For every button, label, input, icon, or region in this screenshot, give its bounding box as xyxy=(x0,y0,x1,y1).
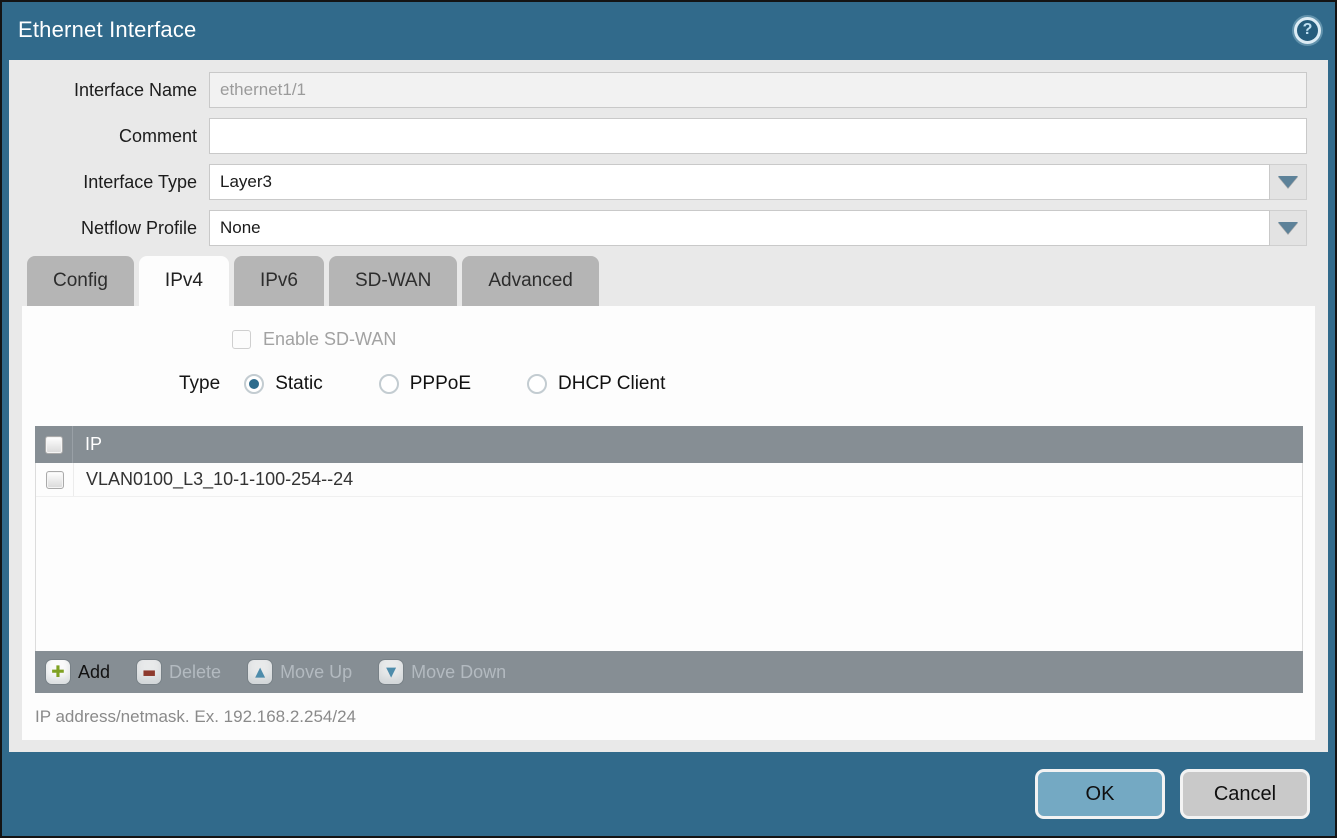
netflow-profile-dropdown[interactable]: None xyxy=(209,210,1307,246)
radio-dhcp-client-label: DHCP Client xyxy=(558,373,665,395)
add-label: Add xyxy=(78,662,110,683)
radio-button-icon[interactable] xyxy=(379,374,399,394)
type-radio-group: Type Static PPPoE DHCP Client xyxy=(179,373,1315,395)
tab-sdwan[interactable]: SD-WAN xyxy=(329,256,457,306)
move-down-arrow-icon: ▼ xyxy=(379,660,403,684)
table-row[interactable]: VLAN0100_L3_10-1-100-254--24 xyxy=(36,463,1302,497)
tab-advanced[interactable]: Advanced xyxy=(462,256,599,306)
interface-type-dropdown-button[interactable] xyxy=(1270,164,1307,200)
move-up-button[interactable]: ▲ Move Up xyxy=(248,660,352,684)
tab-ipv6[interactable]: IPv6 xyxy=(234,256,324,306)
tab-bar: Config IPv4 IPv6 SD-WAN Advanced xyxy=(27,256,1328,306)
tab-config[interactable]: Config xyxy=(27,256,134,306)
move-down-button[interactable]: ▼ Move Down xyxy=(379,660,506,684)
ip-table: IP VLAN0100_L3_10-1-100-254--24 ✚ Add xyxy=(35,426,1303,693)
tab-ipv4[interactable]: IPv4 xyxy=(139,256,229,306)
delete-button[interactable]: ▬ Delete xyxy=(137,660,221,684)
dialog-footer: OK Cancel xyxy=(2,752,1335,836)
interface-name-row: Interface Name xyxy=(9,72,1307,108)
move-down-label: Move Down xyxy=(411,662,506,683)
ipv4-tab-panel: Enable SD-WAN Type Static PPPoE DHCP Cli… xyxy=(22,306,1315,740)
title-bar: Ethernet Interface ? xyxy=(2,2,1335,58)
radio-pppoe[interactable]: PPPoE xyxy=(379,373,471,395)
netflow-profile-dropdown-button[interactable] xyxy=(1270,210,1307,246)
ip-cell[interactable]: VLAN0100_L3_10-1-100-254--24 xyxy=(74,469,353,490)
ip-table-body: VLAN0100_L3_10-1-100-254--24 xyxy=(35,463,1303,651)
interface-type-value: Layer3 xyxy=(209,164,1270,200)
interface-type-row: Interface Type Layer3 xyxy=(9,164,1307,200)
netflow-profile-value: None xyxy=(209,210,1270,246)
comment-label: Comment xyxy=(9,126,209,147)
move-up-arrow-icon: ▲ xyxy=(248,660,272,684)
ok-button[interactable]: OK xyxy=(1035,769,1165,819)
netflow-profile-label: Netflow Profile xyxy=(9,218,209,239)
cancel-button[interactable]: Cancel xyxy=(1180,769,1310,819)
add-plus-icon: ✚ xyxy=(46,660,70,684)
ethernet-interface-dialog: Ethernet Interface ? Interface Name Comm… xyxy=(0,0,1337,838)
type-label: Type xyxy=(179,373,220,395)
radio-static-label: Static xyxy=(275,373,323,395)
radio-dhcp-client[interactable]: DHCP Client xyxy=(527,373,665,395)
interface-type-label: Interface Type xyxy=(9,172,209,193)
enable-sdwan-checkbox xyxy=(232,330,251,349)
add-button[interactable]: ✚ Add xyxy=(46,660,110,684)
chevron-down-icon xyxy=(1278,222,1298,234)
radio-static[interactable]: Static xyxy=(244,373,323,395)
help-icon[interactable]: ? xyxy=(1294,17,1321,44)
interface-name-field xyxy=(209,72,1307,108)
delete-label: Delete xyxy=(169,662,221,683)
comment-field[interactable] xyxy=(209,118,1307,154)
enable-sdwan-row: Enable SD-WAN xyxy=(232,306,1315,350)
ip-table-header: IP xyxy=(35,426,1303,463)
delete-minus-icon: ▬ xyxy=(137,660,161,684)
move-up-label: Move Up xyxy=(280,662,352,683)
interface-type-dropdown[interactable]: Layer3 xyxy=(209,164,1307,200)
select-all-checkbox[interactable] xyxy=(45,436,63,454)
radio-button-icon[interactable] xyxy=(244,374,264,394)
row-checkbox[interactable] xyxy=(46,471,64,489)
radio-pppoe-label: PPPoE xyxy=(410,373,471,395)
ip-column-header: IP xyxy=(73,434,102,455)
ip-table-toolbar: ✚ Add ▬ Delete ▲ Move Up ▼ Move Down xyxy=(35,651,1303,693)
interface-name-label: Interface Name xyxy=(9,80,209,101)
comment-row: Comment xyxy=(9,118,1307,154)
select-all-cell xyxy=(35,426,73,463)
chevron-down-icon xyxy=(1278,176,1298,188)
dialog-title: Ethernet Interface xyxy=(18,17,196,43)
ip-format-hint: IP address/netmask. Ex. 192.168.2.254/24 xyxy=(35,707,1315,727)
radio-button-icon[interactable] xyxy=(527,374,547,394)
interface-form: Interface Name Comment Interface Type La… xyxy=(9,60,1328,246)
netflow-profile-row: Netflow Profile None xyxy=(9,210,1307,246)
enable-sdwan-label: Enable SD-WAN xyxy=(263,329,396,350)
dialog-body: Interface Name Comment Interface Type La… xyxy=(9,60,1328,752)
row-check-cell xyxy=(36,463,74,496)
